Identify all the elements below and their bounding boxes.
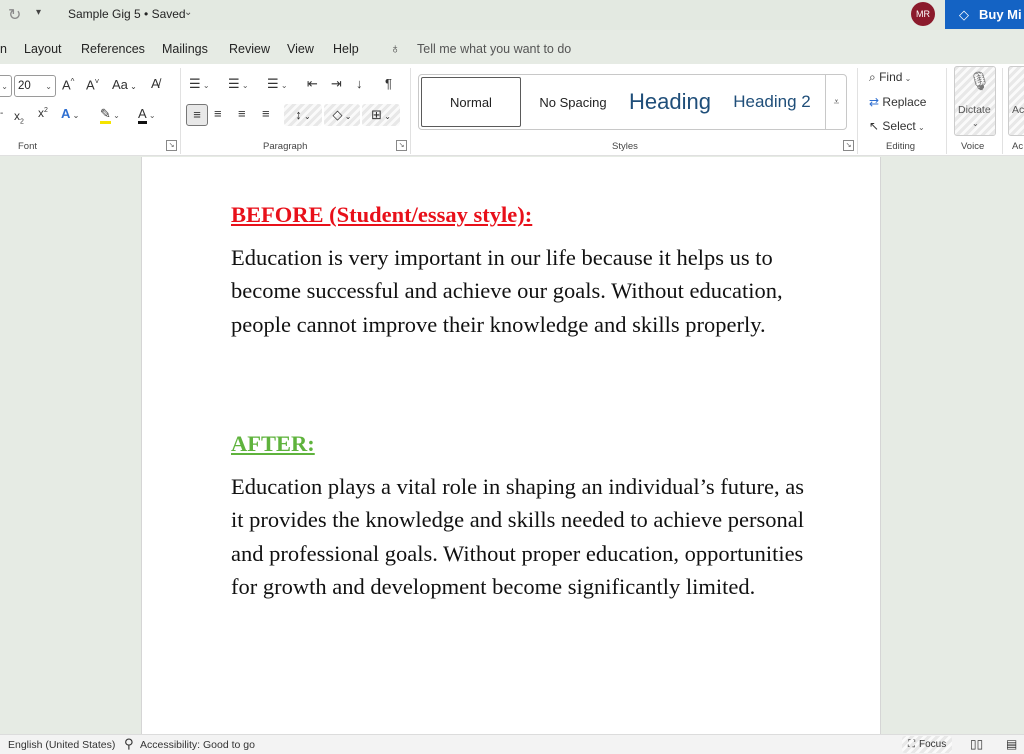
focus-button[interactable]: ⛶ Focus bbox=[902, 736, 953, 753]
font-size-dropdown[interactable]: 20 ⌄ bbox=[14, 75, 56, 97]
justify-icon[interactable]: ≡ bbox=[262, 106, 270, 121]
ribbon: ⌄ 20 ⌄ A^ A˅ Aa ⌄ A̸ - x2 x2 A ⌄ ✎ ⌄ A ⌄ … bbox=[0, 64, 1024, 156]
group-label-accessibility: Ac bbox=[1012, 141, 1024, 152]
group-separator bbox=[410, 68, 411, 154]
dictate-button[interactable]: 🎙︎ Dictate ⌄ bbox=[954, 66, 996, 136]
microphone-icon: 🎙︎ bbox=[968, 71, 991, 91]
shading-icon[interactable]: ◇ ⌄ bbox=[324, 104, 360, 126]
tab-view[interactable]: View bbox=[287, 42, 314, 56]
accessibility-label: Ac bbox=[1012, 104, 1024, 116]
change-case-button[interactable]: Aa ⌄ bbox=[112, 77, 137, 92]
before-paragraph: Education is very important in our life … bbox=[231, 245, 783, 337]
accessibility-status[interactable]: Accessibility: Good to go bbox=[140, 739, 255, 751]
style-normal[interactable]: Normal bbox=[421, 77, 521, 127]
after-heading: AFTER: bbox=[231, 431, 315, 456]
bullets-icon[interactable]: ☰ ⌄ bbox=[189, 76, 210, 92]
tab-review[interactable]: Review bbox=[229, 42, 270, 56]
group-label-editing: Editing bbox=[886, 141, 916, 152]
increase-indent-icon[interactable]: ⇥ bbox=[331, 76, 342, 92]
dictate-label: Dictate bbox=[958, 104, 991, 116]
group-label-font: Font bbox=[18, 141, 38, 152]
clear-formatting-icon[interactable]: A̸ bbox=[151, 76, 160, 91]
align-left-icon[interactable]: ≡ bbox=[186, 104, 208, 126]
buy-button[interactable]: ◇ Buy Mi bbox=[945, 0, 1024, 29]
sort-icon[interactable]: ↓ bbox=[356, 76, 363, 91]
group-separator bbox=[1002, 68, 1003, 154]
cursor-icon: ↖ bbox=[869, 119, 880, 133]
avatar[interactable]: MR bbox=[911, 2, 935, 26]
print-layout-icon[interactable]: ▤ bbox=[1006, 737, 1017, 751]
find-button[interactable]: ⌕ Find ⌄ bbox=[869, 70, 911, 85]
group-label-voice: Voice bbox=[961, 141, 985, 152]
status-bar: English (United States) ⚲ Accessibility:… bbox=[0, 734, 1024, 754]
group-separator bbox=[946, 68, 947, 154]
style-heading-2[interactable]: Heading 2 bbox=[725, 75, 819, 129]
strikethrough-icon[interactable]: - bbox=[0, 108, 3, 119]
group-separator bbox=[180, 68, 181, 154]
show-formatting-icon[interactable]: ¶ bbox=[385, 76, 392, 91]
paragraph-dialog-launcher-icon[interactable]: ↘ bbox=[396, 140, 407, 151]
shrink-font-icon[interactable]: A˅ bbox=[86, 77, 99, 92]
document-page[interactable]: BEFORE (Student/essay style): Education … bbox=[141, 157, 881, 734]
tab-mailings[interactable]: Mailings bbox=[162, 42, 208, 56]
after-paragraph: Education plays a vital role in shaping … bbox=[231, 474, 804, 600]
numbering-icon[interactable]: ☰ ⌄ bbox=[228, 76, 249, 92]
lightbulb-icon: ♁ bbox=[390, 40, 401, 56]
styles-dialog-launcher-icon[interactable]: ↘ bbox=[843, 140, 854, 151]
tab-insert[interactable]: n bbox=[0, 42, 7, 56]
replace-label: Replace bbox=[882, 95, 927, 109]
read-mode-icon[interactable]: ▯▯ bbox=[970, 737, 983, 751]
group-separator bbox=[857, 68, 858, 154]
decrease-indent-icon[interactable]: ⇤ bbox=[307, 76, 318, 92]
customize-quick-access-icon[interactable]: ▾ bbox=[36, 7, 41, 18]
tab-help[interactable]: Help bbox=[333, 42, 359, 56]
undo-icon[interactable]: ↻ bbox=[8, 5, 21, 25]
font-name-dropdown[interactable]: ⌄ bbox=[0, 75, 12, 97]
subscript-icon[interactable]: x2 bbox=[14, 109, 24, 125]
accessibility-icon: ⚲ bbox=[124, 736, 134, 751]
font-size-value: 20 bbox=[18, 80, 31, 92]
group-label-paragraph: Paragraph bbox=[263, 141, 308, 152]
line-spacing-icon[interactable]: ↕ ⌄ bbox=[284, 104, 322, 126]
diamond-icon: ◇ bbox=[959, 6, 969, 22]
chevron-down-icon[interactable]: ⌄ bbox=[184, 7, 192, 18]
replace-button[interactable]: ⇄ Replace bbox=[869, 95, 926, 109]
tab-layout[interactable]: Layout bbox=[24, 42, 62, 56]
styles-gallery: Normal No Spacing Heading Heading 2 ⩡ bbox=[418, 74, 847, 130]
before-heading: BEFORE (Student/essay style): bbox=[231, 202, 533, 227]
title-bar: ↻ ▾ Sample Gig 5 • Saved ⌄ MR ◇ Buy Mi bbox=[0, 0, 1024, 30]
align-center-icon[interactable]: ≡ bbox=[214, 106, 222, 121]
language-status[interactable]: English (United States) bbox=[8, 739, 115, 751]
style-no-spacing[interactable]: No Spacing bbox=[527, 75, 619, 129]
superscript-icon[interactable]: x2 bbox=[38, 106, 48, 120]
change-case-label: Aa bbox=[112, 77, 128, 92]
accessibility-button[interactable]: Ac bbox=[1008, 66, 1024, 136]
focus-label: Focus bbox=[919, 739, 947, 750]
menu-bar: n Layout References Mailings Review View… bbox=[0, 36, 1024, 62]
tell-me-search[interactable]: Tell me what you want to do bbox=[417, 42, 571, 56]
multilevel-list-icon[interactable]: ☰ ⌄ bbox=[267, 76, 288, 92]
document-title[interactable]: Sample Gig 5 • Saved bbox=[68, 7, 186, 21]
search-icon: ⌕ bbox=[869, 70, 876, 84]
select-button[interactable]: ↖ Select ⌄ bbox=[869, 119, 925, 133]
buy-button-label: Buy Mi bbox=[979, 7, 1022, 22]
chevron-down-icon: ⌄ bbox=[972, 119, 979, 128]
replace-icon: ⇄ bbox=[869, 95, 880, 109]
find-label: Find bbox=[879, 70, 903, 84]
highlight-color-icon[interactable]: ✎ ⌄ bbox=[100, 106, 120, 124]
font-dialog-launcher-icon[interactable]: ↘ bbox=[166, 140, 177, 151]
group-label-styles: Styles bbox=[612, 141, 638, 152]
align-right-icon[interactable]: ≡ bbox=[238, 106, 246, 121]
borders-icon[interactable]: ⊞ ⌄ bbox=[362, 104, 400, 126]
tab-references[interactable]: References bbox=[81, 42, 145, 56]
focus-icon: ⛶ bbox=[908, 739, 915, 750]
grow-font-icon[interactable]: A^ bbox=[62, 77, 74, 92]
styles-more-icon[interactable]: ⩡ bbox=[825, 75, 847, 129]
select-label: Select bbox=[882, 119, 916, 133]
text-effects-icon[interactable]: A ⌄ bbox=[61, 106, 79, 121]
style-heading-1[interactable]: Heading bbox=[619, 75, 721, 129]
font-color-icon[interactable]: A ⌄ bbox=[138, 106, 156, 124]
